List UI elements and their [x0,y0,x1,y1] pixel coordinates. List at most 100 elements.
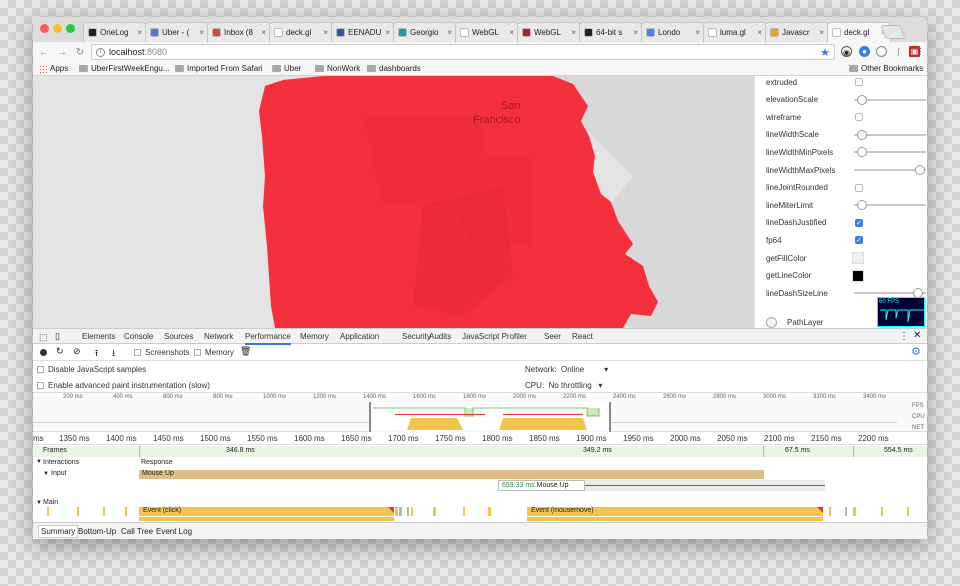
tab-close-icon[interactable]: × [261,28,266,37]
close-window-button[interactable] [40,24,49,33]
network-throttle[interactable]: Network: Online ▾ [525,365,608,374]
trash-icon[interactable]: 🗑 [240,346,251,357]
device-toolbar-icon[interactable]: ▯ [55,331,60,342]
browser-tab[interactable]: Londo × [641,22,705,42]
slider-knob[interactable] [857,147,868,158]
extension-eye-icon[interactable]: ◉ [841,46,852,57]
settings-gear-icon[interactable]: ⚙ [911,345,921,358]
reload-icon[interactable]: ↻ [73,47,87,58]
zoom-window-button[interactable] [66,24,75,33]
tab-close-icon[interactable]: × [509,28,514,37]
tab-close-icon[interactable]: × [137,28,142,37]
devtools-tab[interactable]: JavaScript Profiler [462,332,527,341]
color-swatch[interactable] [852,269,864,282]
devtools-tab[interactable]: Seer [544,332,561,341]
advanced-paint-checkbox[interactable]: Enable advanced paint instrumentation (s… [37,381,210,390]
slider[interactable] [854,147,926,158]
memory-checkbox[interactable]: Memory [194,348,234,357]
screenshots-checkbox[interactable]: Screenshots [134,348,189,357]
bookmark-folder[interactable]: UberFirstWeekEngu... [79,64,170,73]
browser-tab[interactable]: 64-bit s × [579,22,643,42]
slider-knob[interactable] [857,94,868,105]
extension-feather-icon[interactable]: ∫ [893,46,904,57]
tab-close-icon[interactable]: × [385,28,390,37]
browser-tab[interactable]: Uber - (× [145,22,209,42]
tab-close-icon[interactable]: × [447,28,452,37]
devtools-tab[interactable]: Application [340,332,379,341]
bookmark-folder[interactable]: dashboards [367,64,421,73]
expand-triangle-icon[interactable]: ▼ [36,500,42,506]
other-bookmarks[interactable]: Other Bookmarks [849,64,923,73]
extension-blue-icon[interactable]: ● [859,46,870,57]
inspect-element-icon[interactable]: ⬚ [39,332,48,343]
frames-track[interactable]: Frames 346.8 ms 349.2 ms 67.5 ms 554.5 ms [33,446,927,457]
tab-close-icon[interactable]: × [633,28,638,37]
color-swatch[interactable] [852,252,864,264]
address-bar[interactable]: i localhost:8080 ★ [91,44,835,60]
devtools-tab[interactable]: Memory [300,332,329,341]
load-profile-icon[interactable]: ⭱ [95,346,98,362]
tab-close-icon[interactable]: × [199,28,204,37]
info-icon[interactable]: i [96,47,105,57]
browser-tab[interactable]: WebGL × [455,22,519,42]
timeline-overview[interactable]: 200 ms 400 ms 600 ms 800 ms 1000 ms 1200 ms 14… [33,392,927,432]
browser-tab[interactable]: Inbox (8 × [207,22,271,42]
browser-tab[interactable]: Georgio × [393,22,457,42]
bookmark-folder[interactable]: NonWork [315,64,360,73]
layer-radio[interactable] [766,317,777,328]
checkbox[interactable]: ✓ [855,236,863,245]
extension-circle-icon[interactable] [876,46,887,57]
details-tab[interactable]: Event Log [156,527,192,536]
reload-profile-icon[interactable]: ↻ [56,346,64,357]
devtools-menu-icon[interactable]: ⋮ [899,331,909,342]
devtools-tab[interactable]: Audits [429,332,451,341]
new-tab-button[interactable] [880,25,906,39]
devtools-tab[interactable]: Sources [164,332,193,341]
main-thread-track[interactable]: ▼ Main Event (click) Event (mousemove) [33,499,927,521]
minimize-window-button[interactable] [53,24,62,33]
expand-triangle-icon[interactable]: ▼ [36,459,42,465]
devtools-tab[interactable]: Security [402,332,431,341]
tab-close-icon[interactable]: × [819,28,824,37]
devtools-tab[interactable]: React [572,332,593,341]
bookmark-star-icon[interactable]: ★ [820,46,830,59]
slider-knob[interactable] [914,165,925,175]
slider[interactable] [854,129,926,140]
devtools-tab[interactable]: Elements [82,332,115,341]
details-tab[interactable]: Summary [38,525,79,538]
checkbox[interactable] [855,78,863,86]
tab-close-icon[interactable]: × [695,28,700,37]
bookmark-folder[interactable]: Uber [272,64,301,73]
mouse-up-bar[interactable]: Mouse Up [139,470,764,479]
slider[interactable] [854,165,926,175]
tab-close-icon[interactable]: × [571,28,576,37]
apps-bookmark[interactable]: Apps [39,64,68,73]
slider[interactable] [854,94,926,105]
deckgl-viewport[interactable]: San Francisco extruded elevationScale wire… [33,76,927,328]
slider[interactable] [854,200,926,211]
cpu-throttle[interactable]: CPU: No throttling ▾ [525,381,602,390]
devtools-tab[interactable]: Network [204,332,233,341]
back-icon[interactable]: ← [37,47,51,58]
details-tab[interactable]: Bottom-Up [78,527,116,536]
devtools-close-icon[interactable]: ✕ [913,330,921,341]
browser-tab[interactable]: deck.gl × [269,22,333,42]
devtools-tab[interactable]: Console [124,332,153,341]
tab-close-icon[interactable]: × [323,28,328,37]
slider-knob[interactable] [857,200,868,211]
menu-icon[interactable]: ⋮ [915,46,926,57]
browser-tab[interactable]: EENADU × [331,22,395,42]
browser-tab[interactable]: luma.gl × [703,22,767,42]
tab-close-icon[interactable]: × [757,28,762,37]
slider[interactable] [854,288,926,299]
expand-triangle-icon[interactable]: ▼ [43,471,49,477]
save-profile-icon[interactable]: ⭳ [112,346,115,362]
bookmark-folder[interactable]: Imported From Safari [175,64,263,73]
browser-tab[interactable]: WebGL × [517,22,581,42]
browser-tab[interactable]: OneLog × [83,22,147,42]
map-canvas[interactable]: San Francisco [33,76,754,328]
checkbox[interactable]: ✓ [855,218,863,227]
checkbox[interactable] [855,113,863,122]
record-icon[interactable] [40,349,47,356]
disable-js-samples-checkbox[interactable]: Disable JavaScript samples [37,365,146,374]
